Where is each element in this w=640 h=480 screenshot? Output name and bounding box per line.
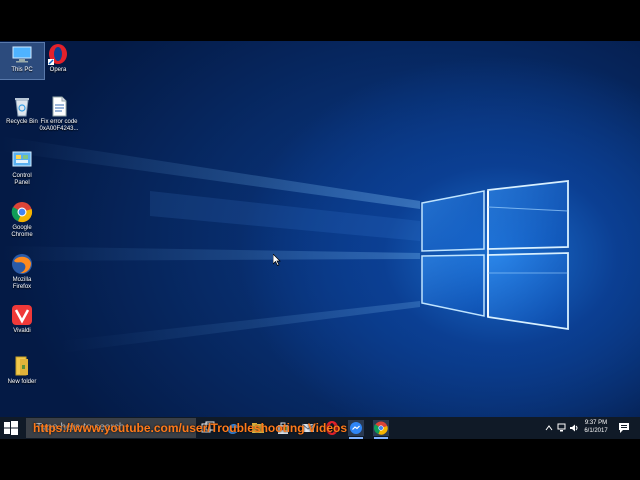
mouse-cursor-icon — [273, 254, 281, 266]
document-icon — [52, 96, 67, 117]
desktop-icon-fix-error-code[interactable]: Fix error code 0xA00F4243... — [36, 95, 82, 133]
icon-label-line2: Chrome — [11, 232, 33, 238]
recycle-bin-icon — [15, 98, 29, 117]
vivaldi-icon — [12, 305, 32, 325]
network-icon[interactable] — [557, 423, 567, 433]
icon-label-line2: Firefox — [12, 284, 32, 290]
action-center-icon[interactable] — [618, 422, 630, 434]
firefox-icon — [12, 254, 32, 274]
wallpaper-windows-logo — [0, 136, 569, 353]
clock-time: 9:37 PM — [584, 420, 608, 426]
icon-label: Vivaldi — [13, 328, 31, 334]
desktop-icon-control-panel[interactable]: Control Panel — [0, 149, 44, 187]
icon-label-line2: Panel — [14, 180, 30, 186]
messenger-icon — [350, 422, 362, 434]
icon-label-line2: 0xA00F4243... — [39, 126, 79, 132]
icon-label: Mozilla — [12, 277, 32, 283]
desktop[interactable]: This PC Opera Recycle Bin Fix error code… — [0, 41, 640, 417]
icon-label: New folder — [7, 379, 37, 385]
desktop-icon-google-chrome[interactable]: Google Chrome — [0, 201, 44, 239]
chrome-icon — [11, 202, 33, 223]
desktop-icon-new-folder[interactable]: New folder — [0, 355, 44, 386]
desktop-icon-mozilla-firefox[interactable]: Mozilla Firefox — [0, 253, 44, 291]
this-pc-icon — [12, 46, 32, 63]
icon-label: Control — [12, 173, 32, 179]
icon-label: Fix error code — [40, 119, 78, 125]
start-button[interactable] — [4, 421, 18, 435]
icon-label: Opera — [49, 67, 67, 73]
chrome-taskbar-icon — [373, 421, 388, 435]
letterbox-bottom — [0, 439, 640, 480]
volume-icon[interactable] — [569, 423, 579, 433]
desktop-icon-vivaldi[interactable]: Vivaldi — [0, 304, 44, 335]
icon-label: Google — [12, 225, 32, 231]
clock-date: 6/1/2017 — [584, 428, 608, 434]
messenger-taskbar-button[interactable] — [348, 420, 364, 439]
channel-url-watermark: https://www.youtube.com/user/Troubleshoo… — [33, 421, 348, 435]
chrome-taskbar-button[interactable] — [373, 420, 389, 439]
chevron-up-icon[interactable] — [545, 424, 553, 432]
folder-icon — [15, 356, 28, 376]
opera-icon — [48, 44, 67, 65]
letterbox-top — [0, 0, 640, 41]
clock[interactable]: 9:37 PM 6/1/2017 — [580, 419, 612, 435]
control-panel-icon — [12, 151, 32, 167]
desktop-icon-opera[interactable]: Opera — [36, 43, 80, 74]
